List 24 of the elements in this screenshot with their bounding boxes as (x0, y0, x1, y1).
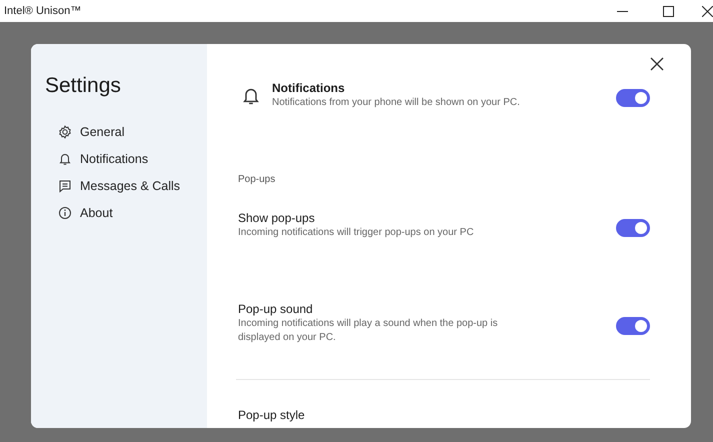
toggle-switch[interactable] (616, 218, 650, 236)
nav-item[interactable]: About (58, 203, 207, 223)
bell-icon (58, 152, 72, 166)
toggle-switch[interactable] (616, 88, 650, 106)
maximize-icon[interactable] (662, 6, 674, 16)
nav-item[interactable]: Notifications (58, 149, 207, 169)
nav-item[interactable]: Messages & Calls (58, 176, 207, 196)
gear-icon (58, 125, 72, 139)
close-icon[interactable] (650, 57, 664, 71)
setting-description: Incoming notifications will trigger pop-ups on your PC (238, 226, 475, 240)
setting-title: Notifications (272, 81, 346, 96)
settings-title: Settings (45, 74, 122, 98)
message-icon (58, 179, 72, 193)
setting-title: Pop-up sound (238, 302, 314, 317)
window-title: Intel® Unison™ (3, 5, 82, 17)
toggle-switch[interactable] (616, 316, 650, 334)
section-label: Pop-ups (238, 174, 276, 185)
close-icon[interactable] (702, 6, 713, 16)
setting-title: Show pop-ups (238, 211, 316, 226)
setting-description: Incoming notifications will play a sound when the pop-up is displayed on your PC. (238, 317, 499, 345)
nav-item[interactable]: General (58, 122, 207, 142)
info-icon (58, 206, 72, 220)
setting-description: Notifications from your phone will be shown on your PC. (272, 96, 521, 110)
setting-title: Pop-up style (238, 408, 306, 422)
